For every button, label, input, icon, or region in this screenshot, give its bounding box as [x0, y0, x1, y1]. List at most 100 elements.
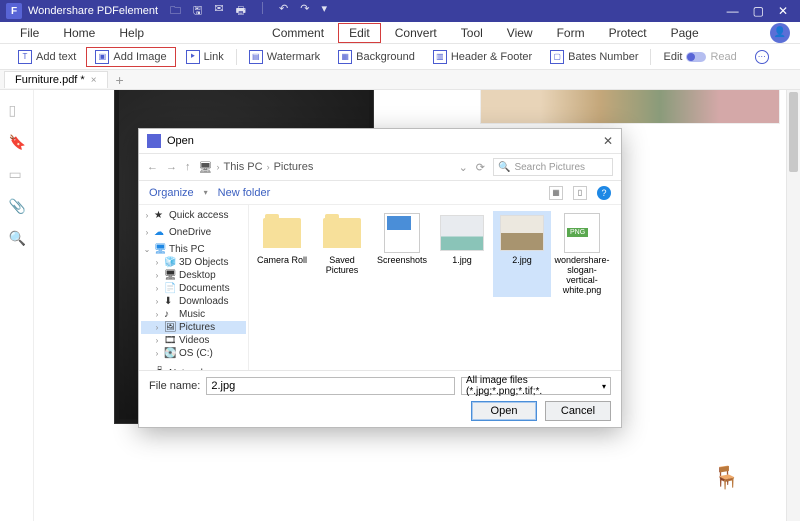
- menu-home[interactable]: Home: [53, 24, 105, 42]
- tree-desktop[interactable]: ›🖥Desktop: [141, 269, 246, 282]
- redo-icon[interactable]: ↷: [300, 2, 309, 21]
- add-text-button[interactable]: TAdd text: [10, 48, 84, 66]
- user-avatar[interactable]: 👤: [770, 23, 790, 43]
- crumb-thispc[interactable]: This PC: [223, 161, 262, 173]
- add-image-button[interactable]: ▣ Add Image: [86, 47, 175, 67]
- nav-forward-icon[interactable]: →: [166, 161, 177, 173]
- crumb-dropdown-icon[interactable]: ⌄: [459, 161, 468, 174]
- file-2jpg[interactable]: 2.jpg: [493, 211, 551, 297]
- tree-documents[interactable]: ›📄Documents: [141, 282, 246, 295]
- attachments-icon[interactable]: 📎: [9, 198, 25, 214]
- quick-actions: 🗀 🖫 ✉ 🖶 ↶ ↷ ▾: [170, 2, 327, 21]
- window-controls: — ▢ ✕: [727, 4, 788, 18]
- menu-edit[interactable]: Edit: [338, 23, 381, 43]
- menu-tool[interactable]: Tool: [451, 24, 493, 42]
- nav-up-icon[interactable]: ↑: [185, 161, 191, 173]
- edit-label: Edit: [663, 51, 682, 63]
- nav-back-icon[interactable]: ←: [147, 161, 158, 173]
- file-saved-pictures[interactable]: Saved Pictures: [313, 211, 371, 297]
- menu-help[interactable]: Help: [109, 24, 154, 42]
- add-text-label: Add text: [36, 51, 76, 63]
- dialog-close-icon[interactable]: ✕: [603, 134, 613, 148]
- vertical-scrollbar[interactable]: [786, 90, 800, 521]
- tree-music[interactable]: ›♪Music: [141, 308, 246, 321]
- menu-protect[interactable]: Protect: [599, 24, 657, 42]
- undo-icon[interactable]: ↶: [279, 2, 288, 21]
- open-button[interactable]: Open: [471, 401, 537, 421]
- preview-pane-icon[interactable]: ▯: [573, 186, 587, 200]
- file-grid: Camera Roll Saved Pictures Screenshots 1…: [249, 205, 621, 370]
- add-image-label: Add Image: [113, 51, 166, 63]
- layers-icon[interactable]: ▭: [9, 166, 25, 182]
- menu-file[interactable]: File: [10, 24, 49, 42]
- chevron-down-icon[interactable]: ▾: [204, 188, 208, 197]
- header-footer-label: Header & Footer: [451, 51, 532, 63]
- filename-input[interactable]: [206, 377, 455, 395]
- mail-icon[interactable]: ✉: [214, 2, 223, 21]
- link-button[interactable]: ⯈Link: [178, 48, 232, 66]
- chevron-down-icon: ▾: [602, 382, 606, 391]
- menu-page[interactable]: Page: [661, 24, 709, 42]
- new-folder-button[interactable]: New folder: [218, 187, 271, 199]
- tree-quick-access[interactable]: ›★Quick access: [141, 209, 246, 222]
- view-mode-icon[interactable]: ▦: [549, 186, 563, 200]
- folder-icon: [263, 218, 301, 248]
- help-icon[interactable]: ?: [597, 186, 611, 200]
- background-label: Background: [356, 51, 415, 63]
- folder-tree: ›★Quick access ›☁OneDrive ⌄🖥This PC ›🧊3D…: [139, 205, 249, 370]
- watermark-button[interactable]: ▤Watermark: [241, 48, 328, 66]
- tree-os-c[interactable]: ›💽OS (C:): [141, 347, 246, 360]
- dropdown-icon[interactable]: ▾: [321, 2, 327, 21]
- cancel-button[interactable]: Cancel: [545, 401, 611, 421]
- maximize-icon[interactable]: ▢: [753, 4, 764, 18]
- more-icon: ⋯: [755, 50, 769, 64]
- chevron-icon: ›: [216, 162, 219, 172]
- thumbnails-icon[interactable]: ▯: [9, 102, 25, 118]
- refresh-icon[interactable]: ⟳: [476, 161, 485, 174]
- toggle-icon: [686, 52, 706, 62]
- header-footer-button[interactable]: ▥ Header & Footer: [425, 48, 540, 66]
- menu-view[interactable]: View: [497, 24, 543, 42]
- menu-form[interactable]: Form: [547, 24, 595, 42]
- more-button[interactable]: ⋯: [747, 48, 777, 66]
- image-icon: ▣: [95, 50, 109, 64]
- tree-this-pc[interactable]: ⌄🖥This PC: [141, 243, 246, 256]
- dialog-search-input[interactable]: 🔍 Search Pictures: [493, 158, 613, 176]
- tree-videos[interactable]: ›🎞Videos: [141, 334, 246, 347]
- filename-label: File name:: [149, 380, 200, 392]
- separator: [650, 49, 651, 65]
- edit-toggle[interactable]: EditRead: [655, 49, 744, 65]
- tree-onedrive[interactable]: ›☁OneDrive: [141, 226, 246, 239]
- file-wondershare-png[interactable]: PNGwondershare-slogan-vertical-white.png: [553, 211, 611, 297]
- tree-downloads[interactable]: ›⬇Downloads: [141, 295, 246, 308]
- background-button[interactable]: ▦Background: [330, 48, 423, 66]
- header-footer-icon: ▥: [433, 50, 447, 64]
- file-camera-roll[interactable]: Camera Roll: [253, 211, 311, 297]
- close-icon[interactable]: ✕: [778, 4, 788, 18]
- save-icon[interactable]: 🖫: [193, 2, 202, 21]
- crumb-pictures[interactable]: Pictures: [274, 161, 314, 173]
- bookmarks-icon[interactable]: 🔖: [9, 134, 25, 150]
- separator: [262, 2, 263, 14]
- bates-label: Bates Number: [568, 51, 638, 63]
- folder-icon[interactable]: 🗀: [170, 2, 181, 21]
- minimize-icon[interactable]: —: [727, 4, 739, 18]
- menu-convert[interactable]: Convert: [385, 24, 447, 42]
- file-screenshots[interactable]: Screenshots: [373, 211, 431, 297]
- scrollbar-thumb[interactable]: [789, 92, 798, 172]
- tree-3d-objects[interactable]: ›🧊3D Objects: [141, 256, 246, 269]
- screenshot-thumb-icon: [384, 213, 420, 253]
- tree-pictures[interactable]: ›🖼Pictures: [141, 321, 246, 334]
- tab-close-icon[interactable]: ×: [91, 75, 97, 86]
- file-1jpg[interactable]: 1.jpg: [433, 211, 491, 297]
- breadcrumb[interactable]: 🖥 › This PC › Pictures: [199, 161, 314, 174]
- organize-button[interactable]: Organize: [149, 187, 194, 199]
- pc-icon: 🖥: [199, 161, 213, 174]
- search-icon[interactable]: 🔍: [9, 230, 25, 246]
- tab-add-button[interactable]: +: [108, 72, 132, 88]
- file-filter-select[interactable]: All image files (*.jpg;*.png;*.tif;*.▾: [461, 377, 611, 395]
- tab-furniture[interactable]: Furniture.pdf * ×: [4, 71, 108, 88]
- menu-comment[interactable]: Comment: [262, 24, 334, 42]
- bates-button[interactable]: ▢Bates Number: [542, 48, 646, 66]
- print-icon[interactable]: 🖶: [236, 2, 246, 21]
